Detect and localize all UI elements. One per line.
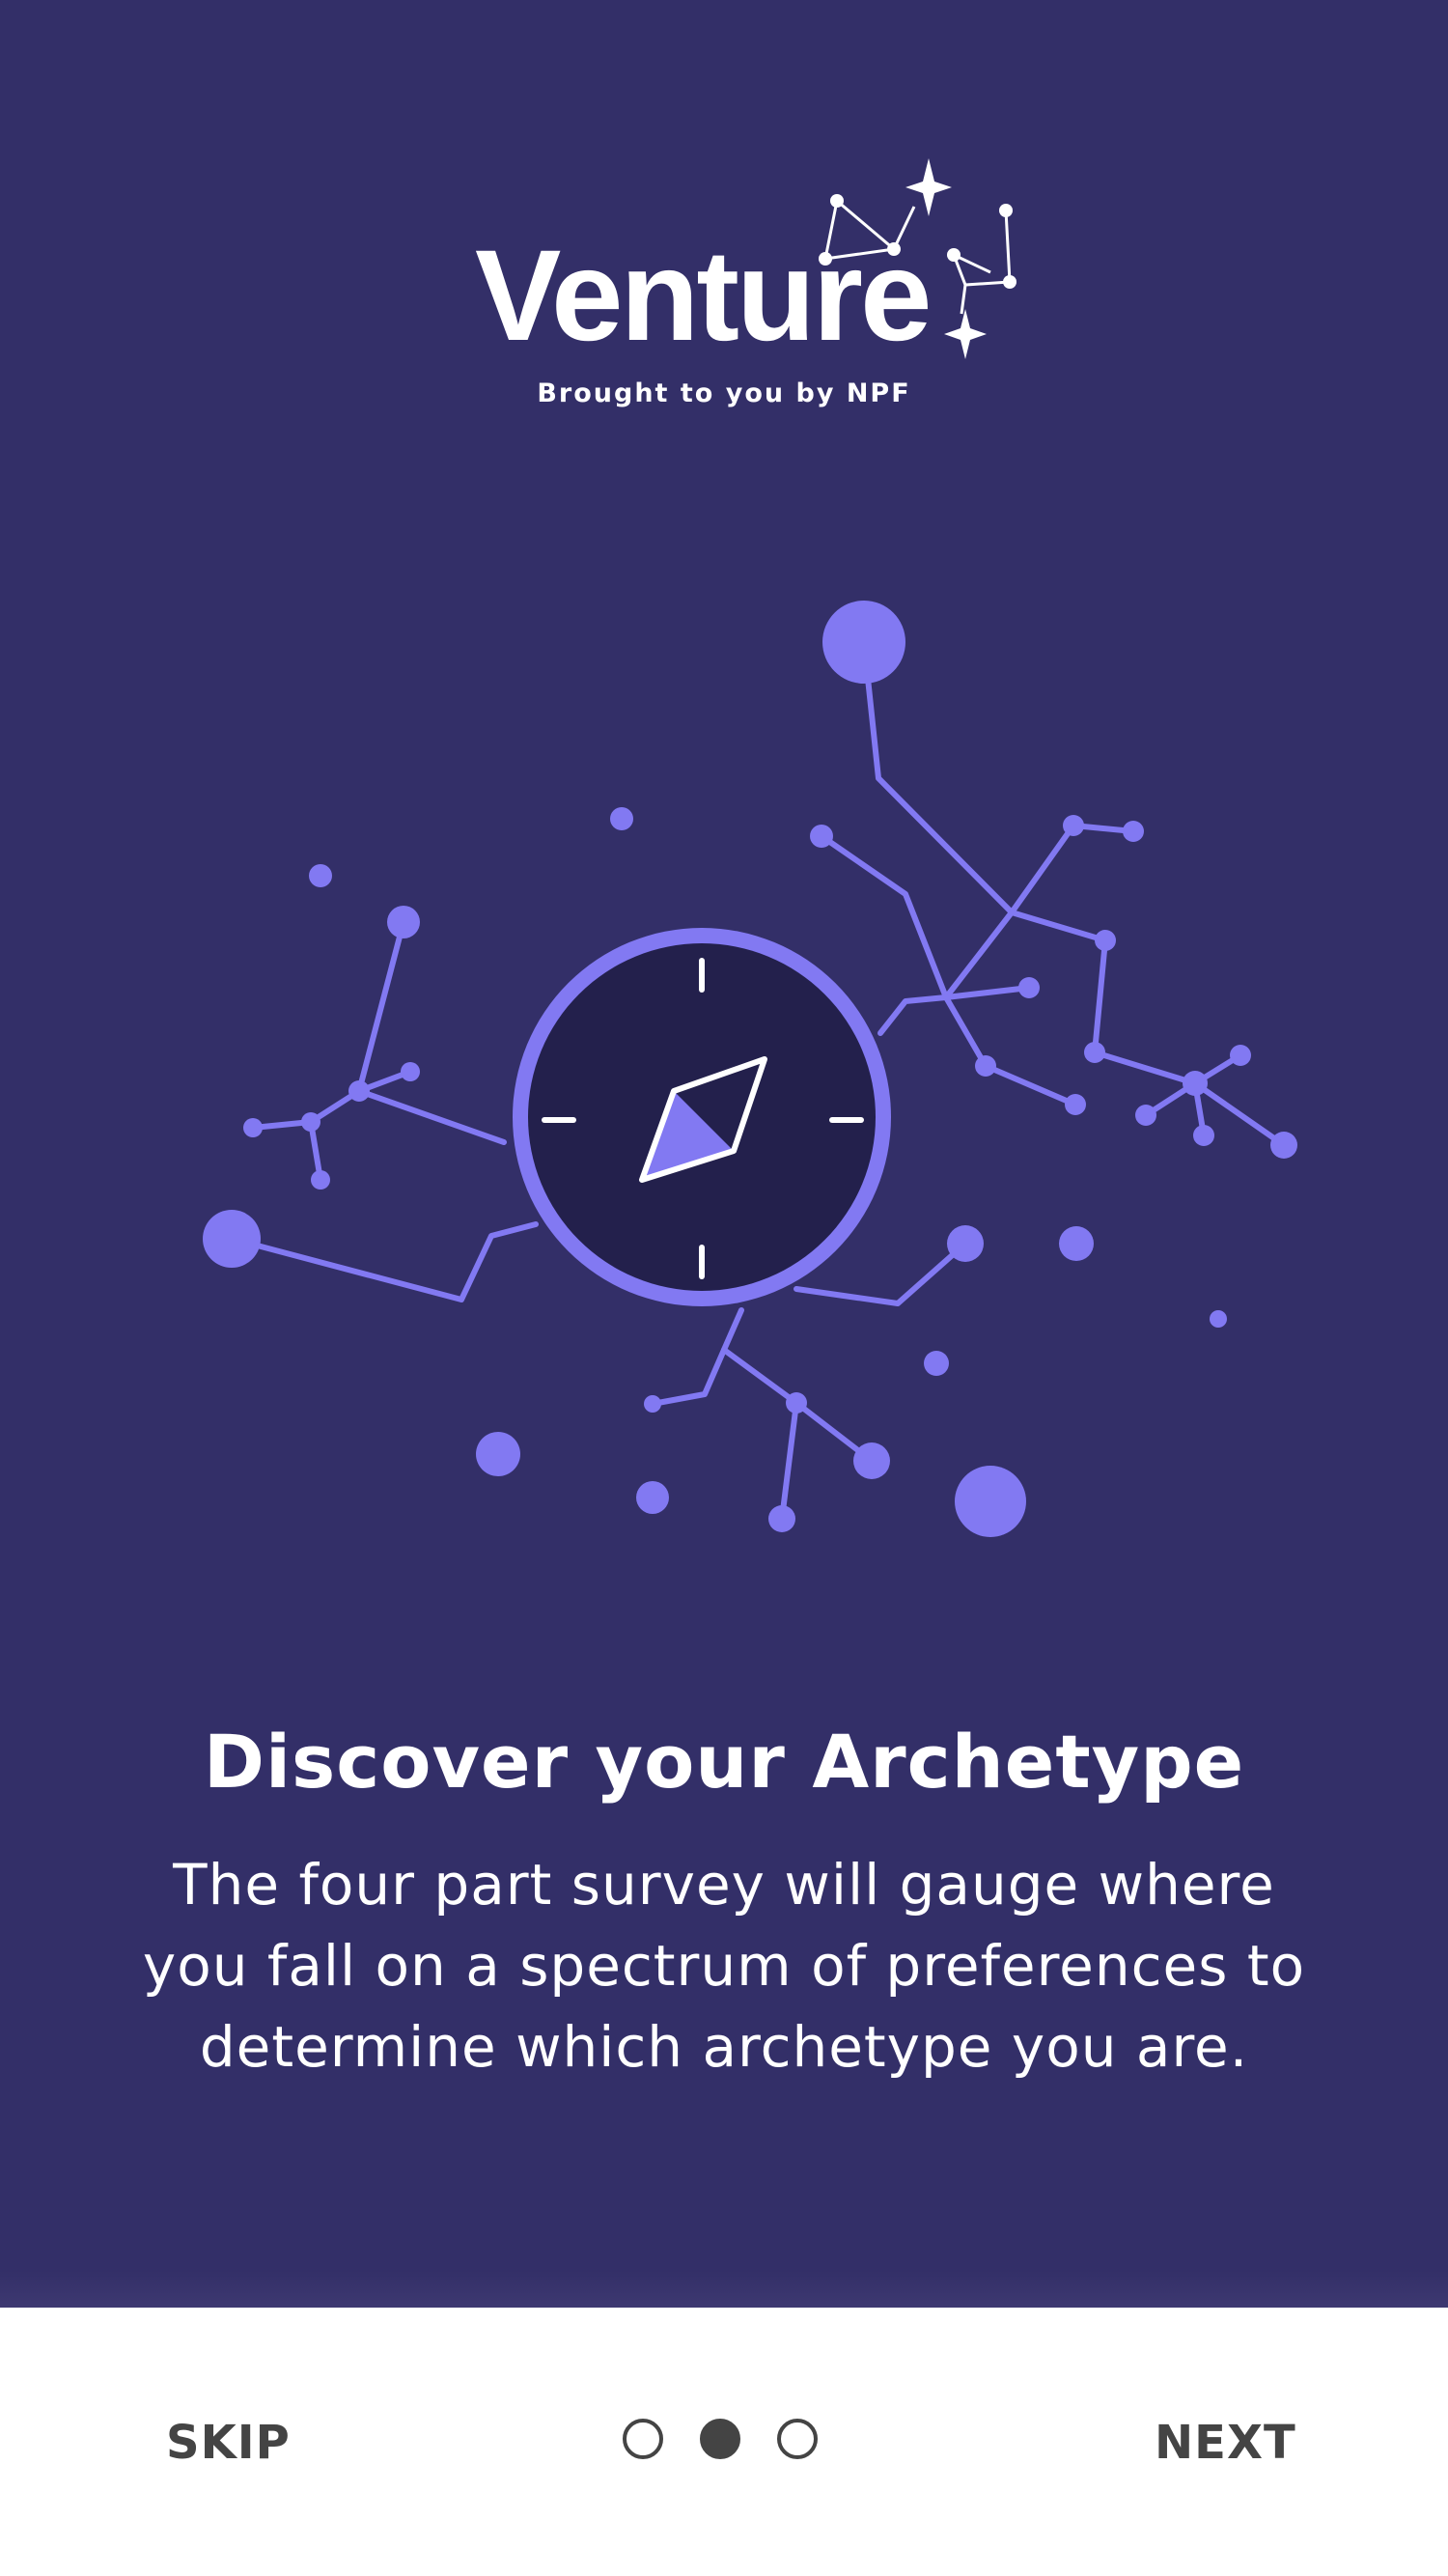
page-dot-3[interactable] <box>777 2419 818 2459</box>
hero-divider-shadow <box>0 2271 1448 2308</box>
onboarding-description: The four part survey will gauge where yo… <box>142 1852 1306 2080</box>
page-indicator <box>623 2419 835 2469</box>
page-dot-2[interactable] <box>700 2419 740 2459</box>
hero-panel: Venture Brought to you by NPF Discover y… <box>0 0 1448 2308</box>
onboarding-screen: Venture Brought to you by NPF Discover y… <box>0 0 1448 2576</box>
onboarding-headline: Discover your Archetype <box>203 1719 1245 1805</box>
next-button[interactable]: NEXT <box>1147 2404 1304 2481</box>
skip-button[interactable]: SKIP <box>158 2404 298 2481</box>
page-dot-1[interactable] <box>623 2419 663 2459</box>
